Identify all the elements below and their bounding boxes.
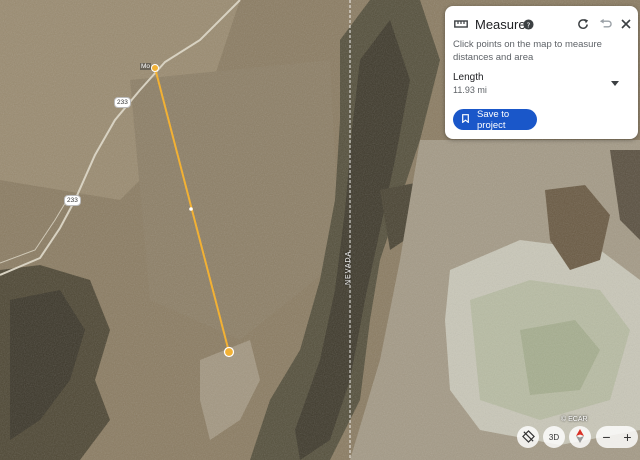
zoom-out-button[interactable]: −: [596, 426, 617, 448]
town-label: Mo: [140, 63, 152, 70]
measure-start-point[interactable]: [151, 64, 159, 72]
close-icon[interactable]: [618, 16, 634, 32]
save-to-project-button[interactable]: Save to project: [453, 108, 537, 131]
length-label: Length: [453, 72, 484, 83]
measure-panel: Measure ? Click points on the map to mea…: [445, 6, 638, 139]
help-icon[interactable]: ?: [521, 17, 535, 31]
chevron-down-icon[interactable]: [609, 77, 621, 89]
redo-icon[interactable]: [575, 16, 591, 32]
attribution: © ECAR: [561, 416, 588, 423]
tilt-icon: [521, 429, 535, 445]
undo-icon[interactable]: [597, 16, 613, 32]
zoom-in-button[interactable]: +: [617, 426, 638, 448]
save-button-label: Save to project: [477, 108, 510, 131]
bookmark-icon: [462, 113, 469, 126]
compass-icon: [575, 429, 585, 445]
ruler-icon: [453, 16, 469, 32]
measure-end-point[interactable]: [223, 346, 235, 358]
state-label: NEVADA: [345, 250, 352, 285]
highway-shield: 233: [114, 97, 131, 108]
measure-mid-handle[interactable]: [189, 207, 193, 211]
compass-button[interactable]: [569, 426, 591, 448]
view-3d-button[interactable]: 3D: [543, 426, 565, 448]
svg-text:?: ?: [526, 20, 530, 29]
measure-hint: Click points on the map to measure dista…: [453, 39, 602, 63]
tilt-toggle-button[interactable]: [517, 426, 539, 448]
highway-shield: 233: [64, 195, 81, 206]
length-value: 11.93 mi: [453, 85, 487, 95]
zoom-control: − +: [596, 426, 638, 448]
panel-title: Measure: [475, 17, 526, 32]
